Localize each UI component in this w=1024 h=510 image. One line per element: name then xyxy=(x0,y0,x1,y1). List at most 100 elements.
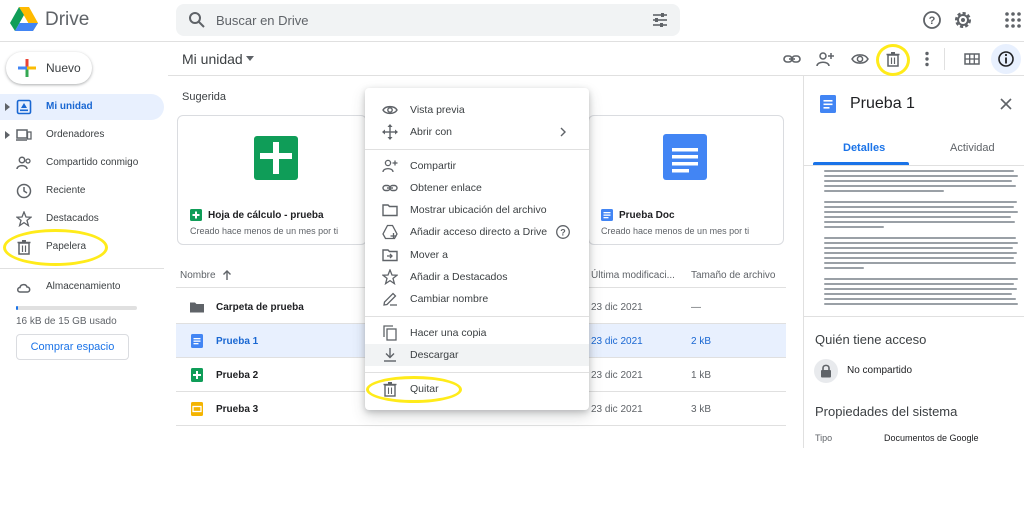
access-heading: Quién tiene acceso xyxy=(815,332,927,347)
menu-item-preview[interactable]: Vista previa xyxy=(365,99,589,121)
slides-icon xyxy=(191,402,203,416)
menu-item-label: Descargar xyxy=(410,349,459,361)
move-icon xyxy=(382,249,398,262)
menu-item-make-copy[interactable]: Hacer una copia xyxy=(365,322,589,344)
info-button[interactable] xyxy=(991,44,1021,74)
drive-logo-icon[interactable] xyxy=(10,6,38,32)
access-status: No compartido xyxy=(847,365,913,376)
trash-icon[interactable] xyxy=(884,50,902,68)
download-icon xyxy=(384,348,396,362)
suggested-card[interactable]: Prueba Doc Creado hace menos de un mes p… xyxy=(588,115,784,245)
sidebar-item-recent[interactable]: Reciente xyxy=(0,178,164,204)
more-vert-icon[interactable] xyxy=(918,50,936,68)
grid-view-icon[interactable] xyxy=(963,50,981,68)
shared-with-me-icon xyxy=(16,156,31,170)
tab-divider xyxy=(804,165,1024,166)
file-name: Prueba 3 xyxy=(216,404,259,415)
file-name: Prueba 2 xyxy=(216,370,259,381)
sidebar-item-starred[interactable]: Destacados xyxy=(0,206,164,232)
tab-details[interactable]: Detalles xyxy=(843,142,885,154)
settings-gear-icon[interactable] xyxy=(952,9,974,31)
file-modified: 23 dic 2021 xyxy=(591,370,643,381)
menu-item-label: Añadir acceso directo a Drive xyxy=(410,226,548,238)
storage-bar xyxy=(16,306,137,310)
menu-item-label: Quitar xyxy=(410,383,439,395)
menu-item-remove[interactable]: Quitar xyxy=(365,378,589,400)
toolbar: Mi unidad xyxy=(168,42,1024,76)
sheets-icon xyxy=(190,209,202,221)
sidebar-item-label: Papelera xyxy=(46,241,87,252)
system-properties-heading: Propiedades del sistema xyxy=(815,404,958,419)
share-icon[interactable] xyxy=(816,50,834,68)
menu-item-download[interactable]: Descargar xyxy=(365,344,589,366)
sidebar-item-label: Compartido conmigo xyxy=(46,157,139,168)
plus-icon xyxy=(18,59,36,77)
new-button[interactable]: Nuevo xyxy=(6,52,92,84)
menu-item-rename[interactable]: Cambiar nombre xyxy=(365,288,589,310)
new-button-label: Nuevo xyxy=(46,61,81,75)
share-icon xyxy=(382,159,398,173)
menu-item-label: Añadir a Destacados xyxy=(410,271,508,283)
search-placeholder: Buscar en Drive xyxy=(216,13,309,28)
menu-item-share[interactable]: Compartir xyxy=(365,155,589,177)
menu-item-open-with[interactable]: Abrir con xyxy=(365,121,589,143)
card-preview xyxy=(178,116,366,196)
sidebar-item-label: Reciente xyxy=(46,185,86,196)
column-modified[interactable]: Última modificaci... xyxy=(591,270,675,281)
folder-icon xyxy=(190,302,204,313)
sidebar-item-computers[interactable]: Ordenadores xyxy=(0,122,164,148)
menu-item-label: Mostrar ubicación del archivo xyxy=(410,204,547,216)
suggested-heading: Sugerida xyxy=(182,91,227,103)
suggested-card[interactable]: Hoja de cálculo - prueba Creado hace men… xyxy=(177,115,367,245)
details-panel: Prueba 1 Detalles Actividad Quién tiene … xyxy=(803,76,1024,448)
buy-storage-button[interactable]: Comprar espacio xyxy=(16,334,129,360)
menu-divider xyxy=(365,316,589,317)
shortcut-icon xyxy=(382,224,398,240)
close-icon[interactable] xyxy=(1000,98,1012,110)
column-name[interactable]: Nombre xyxy=(180,270,216,281)
menu-item-show-location[interactable]: Mostrar ubicación del archivo xyxy=(365,199,589,221)
top-bar: Drive Buscar en Drive ? xyxy=(0,0,1024,42)
file-size: — xyxy=(691,302,701,313)
toolbar-title[interactable]: Mi unidad xyxy=(182,51,243,67)
sidebar-item-storage[interactable]: Almacenamiento xyxy=(0,274,164,300)
caret-right-icon[interactable] xyxy=(4,130,12,140)
search-bar[interactable]: Buscar en Drive xyxy=(176,4,680,36)
star-icon xyxy=(16,211,32,227)
menu-item-label: Mover a xyxy=(410,249,448,261)
caret-right-icon[interactable] xyxy=(4,102,12,112)
menu-item-add-starred[interactable]: Añadir a Destacados xyxy=(365,266,589,288)
file-size: 3 kB xyxy=(691,404,712,415)
sidebar-item-my-drive[interactable]: Mi unidad xyxy=(0,94,164,120)
sort-arrow-up-icon[interactable] xyxy=(222,270,232,280)
menu-item-get-link[interactable]: Obtener enlace xyxy=(365,177,589,199)
my-drive-icon xyxy=(16,99,32,115)
lock-icon xyxy=(821,364,831,378)
sidebar-item-trash[interactable]: Papelera xyxy=(0,234,164,260)
search-icon[interactable] xyxy=(188,11,206,29)
link-icon[interactable] xyxy=(783,50,801,68)
folder-icon xyxy=(382,204,398,217)
menu-divider xyxy=(365,372,589,373)
sidebar-item-label: Almacenamiento xyxy=(46,281,121,292)
info-icon xyxy=(998,51,1014,67)
app-name[interactable]: Drive xyxy=(45,9,89,31)
tab-activity[interactable]: Actividad xyxy=(950,142,995,154)
chevron-down-icon[interactable] xyxy=(246,56,254,62)
menu-item-add-shortcut[interactable]: Añadir acceso directo a Drive ? xyxy=(365,221,589,243)
sidebar-item-shared-with-me[interactable]: Compartido conmigo xyxy=(0,150,164,176)
storage-bar-fill xyxy=(16,306,19,310)
eye-icon[interactable] xyxy=(851,50,869,68)
help-icon[interactable]: ? xyxy=(921,9,943,31)
apps-grid-icon[interactable] xyxy=(1002,9,1024,31)
chevron-right-icon xyxy=(560,127,566,137)
help-icon[interactable]: ? xyxy=(555,224,571,240)
column-size[interactable]: Tamaño de archivo xyxy=(691,270,776,281)
property-type-label: Tipo xyxy=(815,433,833,443)
menu-item-label: Cambiar nombre xyxy=(410,293,489,305)
eye-icon xyxy=(382,105,398,115)
menu-item-move-to[interactable]: Mover a xyxy=(365,244,589,266)
svg-text:?: ? xyxy=(560,228,566,238)
link-icon xyxy=(382,184,398,192)
search-options-icon[interactable] xyxy=(652,12,668,28)
